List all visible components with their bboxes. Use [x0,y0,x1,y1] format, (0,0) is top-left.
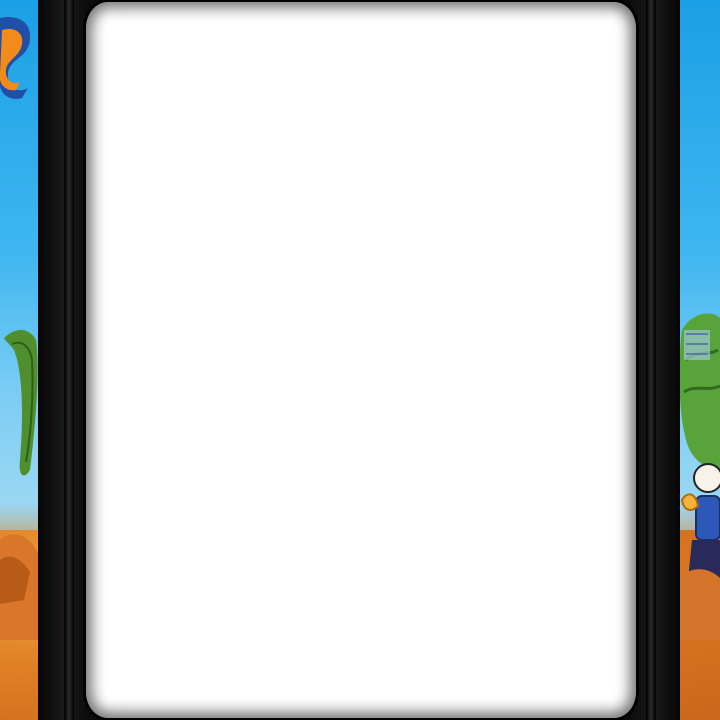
right-artwork-svg [678,313,720,640]
left-rocks [0,534,42,640]
left-artwork-svg [0,17,42,640]
right-artwork-strip [678,0,720,720]
right-dinosaur [679,313,720,470]
logo-fragment [0,17,31,99]
left-dinosaur-tail [4,329,38,476]
game-screen[interactable] [86,2,636,718]
left-artwork-strip [0,0,42,720]
right-duck-character [680,463,720,580]
bezel-right-rail [646,0,656,720]
right-rocks [678,569,720,640]
bezel-left-rail [64,0,74,720]
